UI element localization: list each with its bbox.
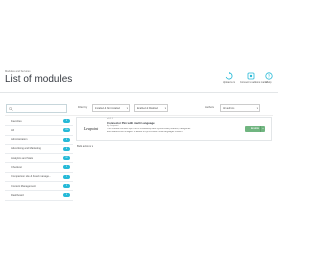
sidebar-item-label: All [11, 128, 14, 132]
connect-addons-label: Connect to addons market [240, 81, 269, 84]
authors-select-value: All authors [223, 107, 235, 110]
sidebar-item-administration[interactable]: Administration 3 [5, 135, 73, 145]
upload-module-label: Upload a m [222, 81, 236, 84]
sidebar-item-label: Administration [11, 138, 28, 142]
sidebar-item-dashboard[interactable]: Dashboard 5 [5, 191, 73, 201]
help-label: Help [266, 81, 272, 84]
help-button[interactable]: ? Help [262, 72, 276, 90]
sidebar-item-content-management[interactable]: Content Management 3 [5, 182, 73, 192]
sidebar-item-comparison[interactable]: Comparison site & Feed manage... 2 [5, 172, 73, 183]
count-badge: 5 [63, 193, 70, 198]
status-filter-value: Enabled & Disabled [137, 107, 158, 110]
enable-module-label: Enable [250, 127, 260, 130]
help-icon: ? [265, 72, 273, 80]
sidebar-item-label: Favorites [11, 119, 22, 123]
sidebar-item-analytics[interactable]: Analytics and Stats 32 [5, 154, 73, 164]
module-search[interactable] [6, 104, 67, 113]
module-version: v0.1.1 [107, 118, 113, 120]
count-badge: 124 [63, 128, 70, 133]
installed-filter-select[interactable]: Installed & Not installed ▾ [92, 104, 130, 112]
bulk-actions-label: Bulk actions [77, 145, 91, 148]
module-logo: Leapoint [83, 126, 99, 131]
count-badge: 0 [63, 119, 70, 123]
sidebar-item-favorites[interactable]: Favorites 0 [5, 117, 73, 127]
count-badge: 2 [63, 174, 70, 179]
filter-by-label: Filter by [78, 106, 88, 109]
search-input[interactable] [14, 106, 64, 112]
sidebar-item-label: Dashboard [11, 193, 24, 197]
module-author: by Leapoint [107, 125, 119, 127]
refresh-icon [225, 72, 233, 80]
sidebar-item-label: Content Management [11, 184, 36, 188]
puzzle-icon [247, 72, 255, 80]
sidebar-item-label: Analytics and Stats [11, 156, 34, 160]
module-description-line: and features with images. It allows to s… [107, 131, 183, 133]
upload-module-button[interactable]: Upload a m [218, 72, 240, 90]
chevron-down-icon[interactable]: ▾ [260, 126, 265, 132]
chevron-down-icon: ▾ [164, 107, 166, 110]
count-badge: 8 [63, 146, 70, 151]
bulk-actions-dropdown[interactable]: Bulk actions ▾ [77, 145, 93, 148]
sidebar-item-label: Advertising and Marketing [11, 147, 41, 151]
count-badge: 3 [63, 137, 70, 142]
search-icon [9, 107, 13, 111]
sidebar-item-advertising[interactable]: Advertising and Marketing 8 [5, 144, 73, 155]
module-description: This module connect Api PIM to Prestasho… [107, 128, 241, 134]
chevron-down-icon: ▾ [256, 107, 258, 110]
count-badge: 3 [63, 165, 70, 170]
sidebar-item-label: Comparison site & Feed manage... [11, 175, 52, 179]
connect-addons-button[interactable]: Connect to addons market [240, 72, 269, 90]
sidebar-item-all[interactable]: All 124 [5, 126, 73, 136]
chevron-down-icon: ▾ [126, 107, 128, 110]
count-badge: 32 [63, 156, 70, 161]
category-sidebar: Favorites 0 All 124 Administration 3 Adv… [5, 117, 73, 201]
svg-text:?: ? [268, 74, 271, 79]
sidebar-item-checkout[interactable]: Checkout 3 [5, 163, 73, 173]
enable-module-button[interactable]: Enable ▾ [245, 126, 265, 132]
page-title: List of modules [5, 74, 73, 85]
sidebar-item-label: Checkout [11, 165, 22, 169]
chevron-down-icon: ▾ [91, 145, 94, 148]
breadcrumb[interactable]: Modules and Services [5, 70, 31, 73]
authors-select[interactable]: All authors ▾ [220, 104, 260, 112]
status-filter-select[interactable]: Enabled & Disabled ▾ [134, 104, 168, 112]
count-badge: 3 [63, 184, 70, 189]
installed-filter-value: Installed & Not installed [95, 107, 120, 110]
authors-label: Authors [205, 106, 214, 109]
